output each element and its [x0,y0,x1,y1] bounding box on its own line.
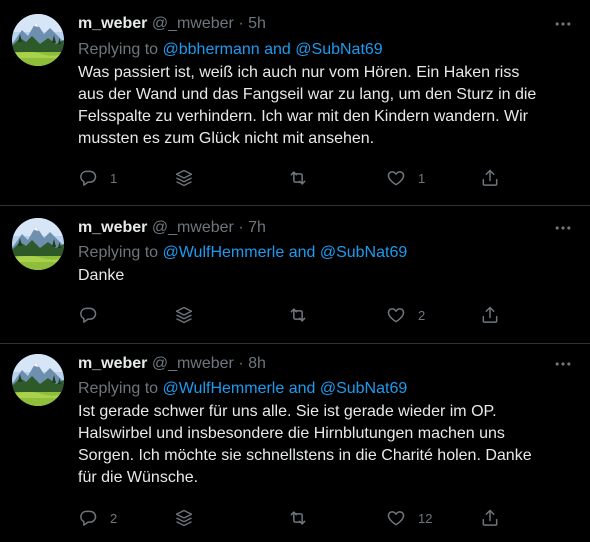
share-button[interactable] [480,506,500,530]
timestamp[interactable]: 8h [248,355,266,372]
tweet[interactable]: m_weber @_mweber · 8h Replying to @WulfHe… [0,344,590,542]
tweet-text-line: Ist gerade schwer für uns alle. Sie ist … [78,403,497,420]
tweet-text: Danke [78,265,568,287]
retweet-icon [288,305,308,325]
stack-button[interactable] [174,303,194,327]
like-button[interactable]: 12 [386,506,432,530]
display-name[interactable]: m_weber [78,219,147,236]
tweet-header: m_weber @_mweber · 7h [78,218,266,238]
share-icon [480,305,500,325]
tweet-text-line: Danke [78,267,125,284]
retweet-button[interactable] [288,303,320,327]
retweet-icon [288,508,308,528]
display-name[interactable]: m_weber [78,355,147,372]
tweet-actions: 2 12 [78,506,558,530]
separator-dot: · [238,15,244,32]
replying-targets-link[interactable]: @WulfHemmerle and @SubNat69 [163,380,408,397]
more-icon[interactable] [550,218,576,238]
reply-button[interactable]: 2 [78,506,117,530]
tweet-text-line: mussten es zum Glück nicht mit ansehen. [78,130,375,147]
replying-prefix: Replying to [78,244,159,261]
tweet-feed: m_weber @_mweber · 5h Replying to @bbherm… [0,0,590,542]
tweet-text-line: aus der Wand und das Fangseil war zu lan… [78,86,537,103]
like-count: 12 [418,510,433,526]
stack-button[interactable] [174,506,194,530]
share-icon [480,168,500,188]
reply-button[interactable] [78,303,110,327]
tweet-text-line: Halswirbel und insbesondere die Hirnblut… [78,425,505,442]
tweet-header: m_weber @_mweber · 8h [78,354,266,374]
replying-targets-link[interactable]: @WulfHemmerle and @SubNat69 [163,244,408,261]
stack-icon [174,508,194,528]
share-icon [480,508,500,528]
tweet-actions: 11 [78,166,558,190]
timestamp[interactable]: 5h [248,15,266,32]
stack-icon [174,168,194,188]
reply-icon [78,305,98,325]
retweet-icon [288,168,308,188]
tweet-text-line: Was passiert ist, weiß ich auch nur vom … [78,64,520,81]
like-button[interactable]: 2 [386,303,425,327]
tweet[interactable]: m_weber @_mweber · 5h Replying to @bbherm… [0,0,590,206]
reply-icon [78,168,98,188]
replying-prefix: Replying to [78,380,159,397]
user-handle[interactable]: @_mweber [152,355,234,372]
share-button[interactable] [480,166,500,190]
user-handle[interactable]: @_mweber [152,15,234,32]
reply-icon [78,508,98,528]
replying-prefix: Replying to [78,41,159,58]
retweet-button[interactable] [288,506,320,530]
share-button[interactable] [480,303,500,327]
reply-count: 2 [110,510,118,526]
retweet-button[interactable] [288,166,320,190]
reply-count: 1 [110,170,118,186]
like-icon [386,508,406,528]
replying-to: Replying to @WulfHemmerle and @SubNat69 [78,243,407,263]
tweet-header: m_weber @_mweber · 5h [78,14,266,34]
user-handle[interactable]: @_mweber [152,219,234,236]
like-icon [386,168,406,188]
separator-dot: · [238,219,244,236]
display-name[interactable]: m_weber [78,15,147,32]
like-count: 1 [418,170,426,186]
timestamp[interactable]: 7h [248,219,266,236]
tweet-text-line: für die Wünsche. [78,469,199,486]
stack-icon [174,305,194,325]
avatar[interactable] [12,14,64,66]
like-icon [386,305,406,325]
replying-to: Replying to @WulfHemmerle and @SubNat69 [78,379,407,399]
tweet-text: Ist gerade schwer für uns alle. Sie ist … [78,401,568,489]
reply-button[interactable]: 1 [78,166,117,190]
tweet-text: Was passiert ist, weiß ich auch nur vom … [78,62,568,150]
replying-to: Replying to @bbhermann and @SubNat69 [78,40,383,60]
replying-targets-link[interactable]: @bbhermann and @SubNat69 [163,41,383,58]
more-icon[interactable] [550,14,576,34]
stack-button[interactable] [174,166,194,190]
tweet-actions: 2 [78,303,558,327]
more-icon[interactable] [550,354,576,374]
like-button[interactable]: 1 [386,166,425,190]
tweet-text-line: Felsspalte zu verhindern. Ich war mit de… [78,108,528,125]
tweet[interactable]: m_weber @_mweber · 7h Replying to @WulfHe… [0,206,590,344]
avatar[interactable] [12,218,64,270]
like-count: 2 [418,307,426,323]
separator-dot: · [238,355,244,372]
avatar[interactable] [12,354,64,406]
tweet-text-line: Sorgen. Ich möchte sie schnellstens in d… [78,447,532,464]
